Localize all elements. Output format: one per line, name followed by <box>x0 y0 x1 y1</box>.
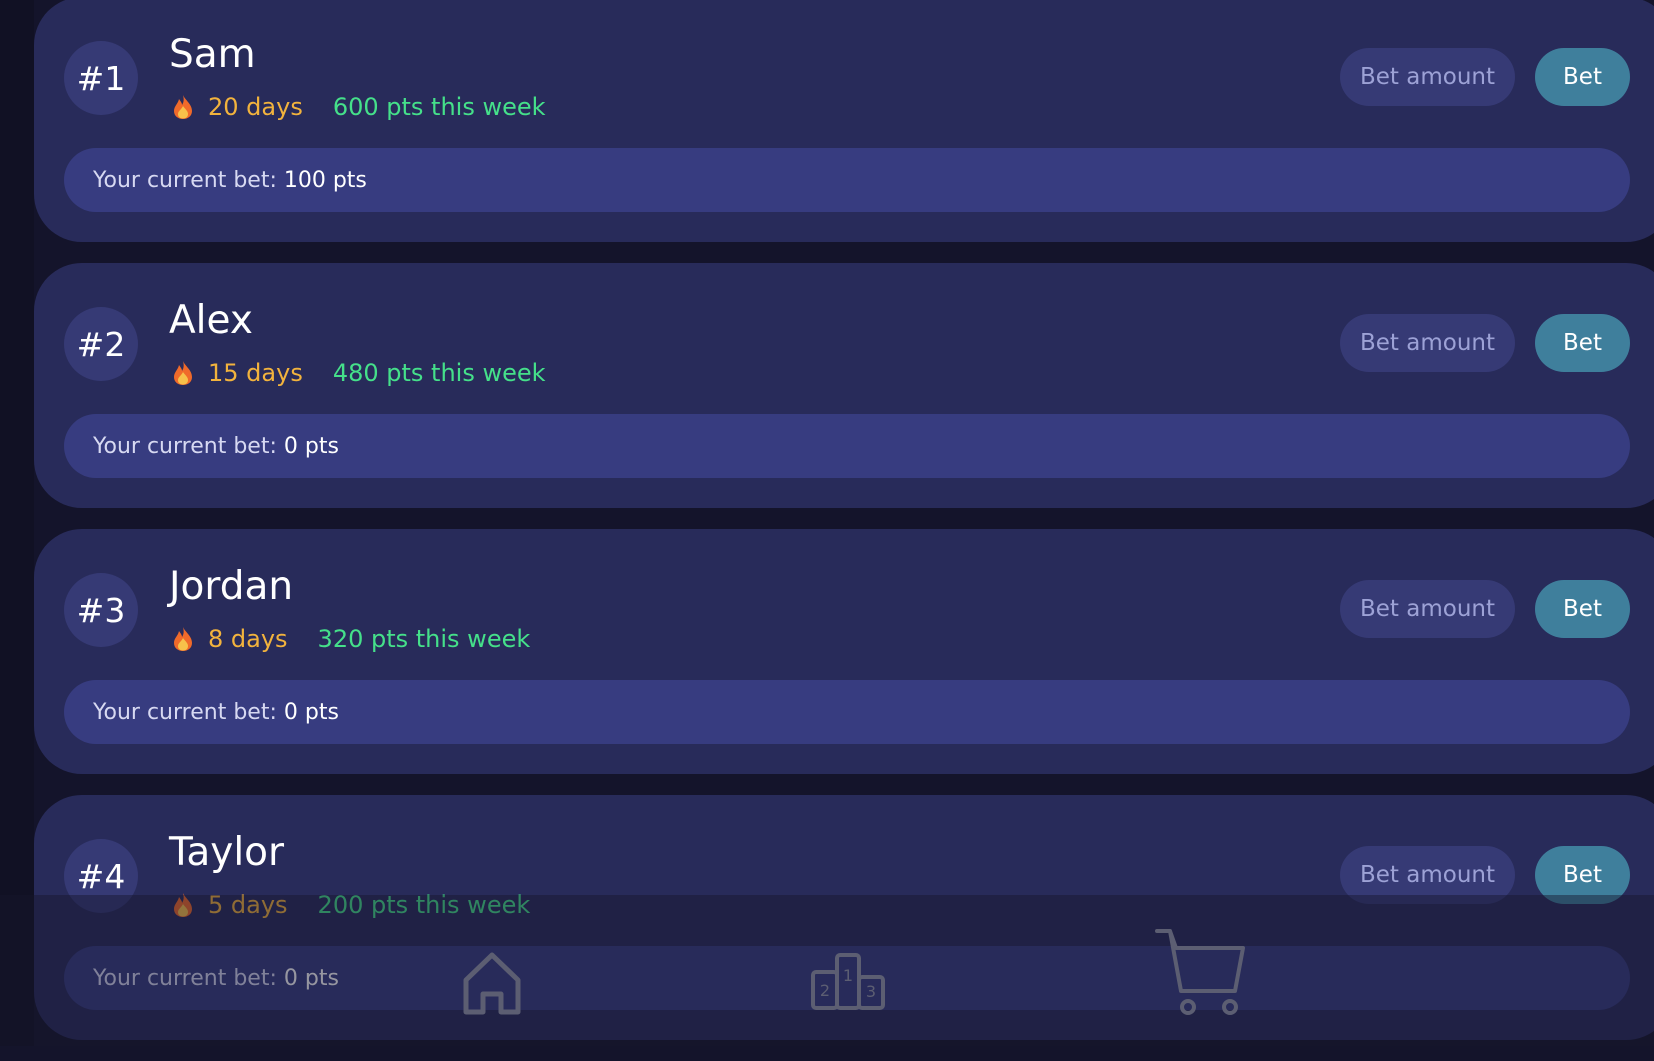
nav-leaderboard[interactable]: 2 1 3 <box>809 950 887 1012</box>
current-bet-value: 100 pts <box>283 167 367 193</box>
rank-badge: #1 <box>64 41 138 115</box>
bet-amount-input[interactable] <box>1340 314 1515 372</box>
podium-second-label: 2 <box>820 981 830 1000</box>
streak-days: 15 days <box>208 359 303 387</box>
rank-badge: #2 <box>64 307 138 381</box>
player-name: Jordan <box>169 564 294 609</box>
current-bet-label: Your current bet: <box>93 433 277 459</box>
podium-first-label: 1 <box>843 966 853 985</box>
player-card: #2 Alex 15 days 480 pts this week Bet Yo… <box>34 263 1654 508</box>
weekly-points: 480 pts this week <box>332 359 546 387</box>
home-icon <box>463 952 521 1015</box>
bet-amount-input[interactable] <box>1340 48 1515 106</box>
flame-icon <box>174 361 192 385</box>
player-card: #3 Jordan 8 days 320 pts this week Bet Y… <box>34 529 1654 774</box>
current-bet-bar: Your current bet: 100 pts <box>64 148 1630 212</box>
weekly-points: 600 pts this week <box>332 93 546 121</box>
nav-shop[interactable] <box>1155 927 1247 1021</box>
bet-button[interactable]: Bet <box>1535 314 1630 372</box>
streak-days: 20 days <box>208 93 303 121</box>
player-stats: 8 days 320 pts this week <box>172 621 530 657</box>
current-bet-label: Your current bet: <box>93 167 277 193</box>
bottom-nav-bar: 2 1 3 <box>0 895 1654 1046</box>
leaderboard-podium-icon: 2 1 3 <box>811 953 885 1010</box>
current-bet-bar: Your current bet: 0 pts <box>64 414 1630 478</box>
podium-third-label: 3 <box>866 982 876 1001</box>
flame-icon <box>174 627 192 651</box>
nav-home[interactable] <box>461 950 523 1016</box>
player-name: Alex <box>169 298 253 343</box>
player-name: Sam <box>169 32 256 77</box>
current-bet-value: 0 pts <box>283 433 339 459</box>
player-stats: 15 days 480 pts this week <box>172 355 546 391</box>
current-bet-label: Your current bet: <box>93 699 277 725</box>
left-edge-strip <box>0 0 34 1046</box>
rank-badge: #3 <box>64 573 138 647</box>
flame-icon <box>174 95 192 119</box>
shop-cart-icon <box>1155 929 1245 1015</box>
current-bet-bar: Your current bet: 0 pts <box>64 680 1630 744</box>
bet-button[interactable]: Bet <box>1535 48 1630 106</box>
bet-amount-input[interactable] <box>1340 580 1515 638</box>
player-card: #1 Sam 20 days 600 pts this week Bet You… <box>34 0 1654 242</box>
streak-days: 8 days <box>208 625 288 653</box>
current-bet-value: 0 pts <box>283 699 339 725</box>
bet-button[interactable]: Bet <box>1535 580 1630 638</box>
player-name: Taylor <box>169 830 285 875</box>
player-stats: 20 days 600 pts this week <box>172 89 546 125</box>
weekly-points: 320 pts this week <box>317 625 531 653</box>
